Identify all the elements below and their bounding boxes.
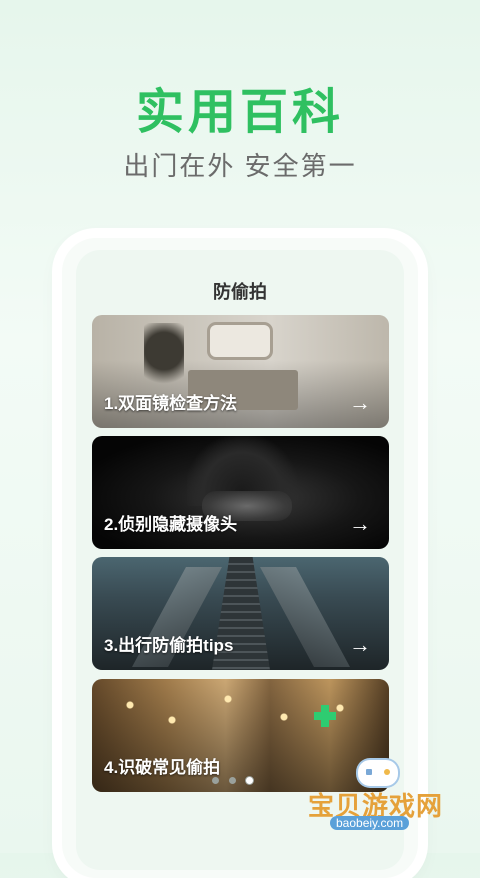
escalator-rail-right: [260, 567, 350, 667]
page-dot-active[interactable]: [246, 777, 253, 784]
card-label: 4.识破常见偷拍: [104, 758, 221, 777]
article-card-mirror[interactable]: 1.双面镜检查方法 →: [92, 315, 389, 428]
page-dot[interactable]: [212, 777, 219, 784]
card-label: 2.侦别隐藏摄像头: [104, 515, 238, 534]
card-label: 1.双面镜检查方法: [104, 394, 238, 413]
arrow-right-icon: →: [349, 390, 371, 415]
arrow-right-icon: →: [349, 511, 371, 536]
watermark: 宝贝游戏网 baobeiy.com: [300, 760, 450, 830]
hero-title: 实用百科: [135, 86, 344, 139]
mirror-shape: [210, 325, 270, 357]
screen-title: 防偷拍: [213, 282, 267, 302]
article-card-hidden-camera[interactable]: 2.侦别隐藏摄像头 →: [92, 436, 389, 549]
page-indicator: [212, 777, 253, 784]
gamepad-logo-icon: [358, 760, 398, 786]
arrow-right-icon: →: [349, 632, 371, 657]
plant-shape: [144, 323, 184, 393]
card-label: 3.出行防偷拍tips: [104, 636, 234, 655]
watermark-url: baobeiy.com: [330, 816, 410, 830]
article-card-travel-tips[interactable]: 3.出行防偷拍tips →: [92, 557, 389, 670]
page-dot[interactable]: [229, 777, 236, 784]
hero-subtitle: 出门在外 安全第一: [123, 151, 357, 181]
pharmacy-cross-icon: [314, 705, 336, 727]
street-lights: [102, 687, 382, 747]
